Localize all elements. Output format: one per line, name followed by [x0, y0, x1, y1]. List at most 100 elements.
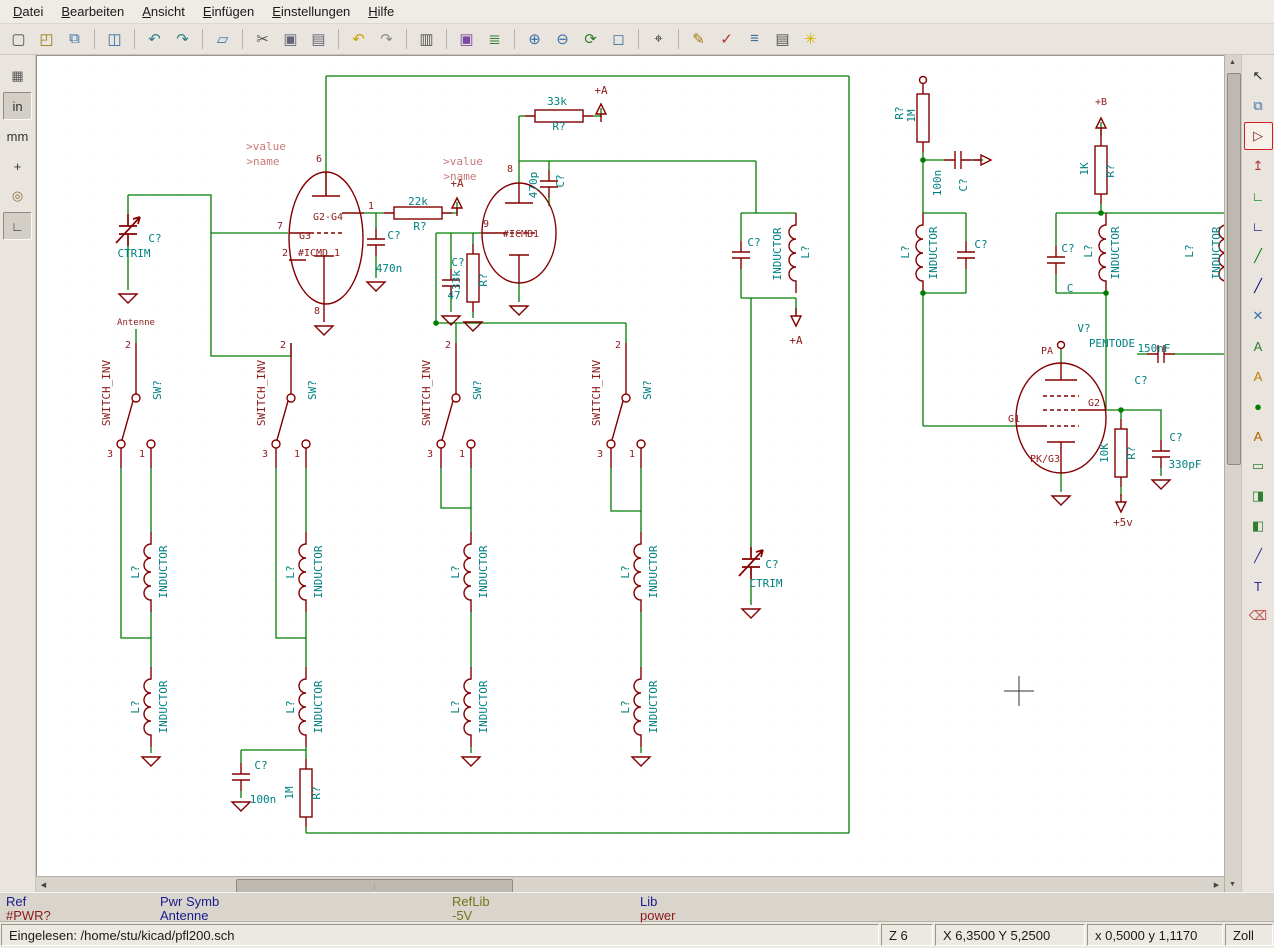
- place-component-button[interactable]: ▷: [1244, 122, 1273, 150]
- schematic-label: 1M: [283, 786, 296, 800]
- schematic-label: 470n: [376, 262, 403, 275]
- schematic-label: +5v: [1113, 516, 1133, 529]
- place-bus-button[interactable]: ∟: [1244, 212, 1273, 240]
- menu-einfgen[interactable]: Einfügen: [194, 1, 263, 22]
- zoom-out-button[interactable]: ⊖: [549, 25, 576, 52]
- menu-einstellungen[interactable]: Einstellungen: [263, 1, 359, 22]
- sheet-pin-button[interactable]: ◧: [1244, 512, 1273, 540]
- paste-button[interactable]: ▤: [305, 25, 332, 52]
- redo-button[interactable]: ↷: [373, 25, 400, 52]
- scroll-left-arrow[interactable]: ◀: [36, 877, 51, 892]
- hidden-pins-button[interactable]: ◎: [3, 182, 32, 210]
- inductor-symbol: [144, 532, 151, 612]
- power-port-symbol: [1116, 494, 1126, 512]
- place-wire-button[interactable]: ∟: [1244, 182, 1273, 210]
- run-cvpcb-button[interactable]: ▣: [453, 25, 480, 52]
- schematic-label: L?: [449, 565, 462, 578]
- cursor-tool-button[interactable]: ↖: [1244, 62, 1273, 90]
- schematic-label: C?: [148, 232, 161, 245]
- toolbar-separator: [638, 29, 639, 49]
- hierarchy-tool-button[interactable]: ⧉: [1244, 92, 1273, 120]
- place-bus-icon: ∟: [1252, 219, 1265, 234]
- schematic-canvas[interactable]: C?CTRIMAntenne>value>name67128G3G2-G4#IC…: [36, 55, 1224, 876]
- bus-to-bus-entry-button[interactable]: ╱: [1244, 272, 1273, 300]
- schematic-label: 33k: [450, 270, 463, 290]
- scroll-down-arrow[interactable]: ▼: [1225, 877, 1240, 892]
- annotate-button[interactable]: ✎: [685, 25, 712, 52]
- zoom-fit-button[interactable]: ◻: [605, 25, 632, 52]
- menu-datei[interactable]: Datei: [4, 1, 52, 22]
- scroll-right-arrow[interactable]: ▶: [1209, 877, 1224, 892]
- print-button[interactable]: ▥: [413, 25, 440, 52]
- text-icon: T: [1254, 579, 1262, 594]
- menu-bearbeiten[interactable]: Bearbeiten: [52, 1, 133, 22]
- library-browser-button[interactable]: ✳: [797, 25, 824, 52]
- no-connect-button[interactable]: ✕: [1244, 302, 1273, 330]
- schematic-label: 33k: [547, 95, 567, 108]
- wire-to-bus-entry-button[interactable]: ╱: [1244, 242, 1273, 270]
- junction-dot: [920, 290, 926, 296]
- place-wire-icon: ∟: [1252, 189, 1265, 204]
- erc-button[interactable]: ✓: [713, 25, 740, 52]
- units-inch-button[interactable]: in: [3, 92, 32, 120]
- switch-symbol: [117, 343, 155, 468]
- schematic-label: 8: [507, 164, 513, 175]
- hv-wire-button[interactable]: ∟: [3, 212, 32, 240]
- cursor-shape-button[interactable]: +: [3, 152, 32, 180]
- open-schematic-icon: ◰: [39, 30, 53, 48]
- place-power-port-button[interactable]: ↥: [1244, 152, 1273, 180]
- menu-ansicht[interactable]: Ansicht: [133, 1, 194, 22]
- status-field-reflib: RefLib-5V: [452, 894, 490, 922]
- bom-button[interactable]: ≡: [741, 25, 768, 52]
- inductor-symbol: [144, 667, 151, 747]
- leave-sheet-button[interactable]: ▱: [209, 25, 236, 52]
- save-project-button[interactable]: ◫: [101, 25, 128, 52]
- find-button[interactable]: ⌖: [645, 25, 672, 52]
- sheet-back-button[interactable]: ↶: [141, 25, 168, 52]
- hidden-pins-icon: ◎: [12, 188, 23, 204]
- hierarchy-navigator-button[interactable]: ⧉: [61, 25, 88, 52]
- import-sheet-pin-button[interactable]: ◨: [1244, 482, 1273, 510]
- schematic-label: R?: [477, 273, 490, 286]
- trimmer-capacitor-symbol: [739, 547, 763, 579]
- schematic-label: C?: [747, 236, 760, 249]
- open-schematic-button[interactable]: ◰: [33, 25, 60, 52]
- units-mm-button[interactable]: mm: [3, 122, 32, 150]
- vertical-scroll-thumb[interactable]: [1227, 73, 1241, 465]
- hier-label-button[interactable]: A: [1244, 422, 1273, 450]
- capacitor-symbol: [232, 763, 250, 791]
- zoom-in-button[interactable]: ⊕: [521, 25, 548, 52]
- netlist-button[interactable]: ≣: [481, 25, 508, 52]
- text-button[interactable]: T: [1244, 572, 1273, 600]
- vertical-scrollbar[interactable]: ▲ ▼: [1224, 55, 1241, 892]
- copy-button[interactable]: ▣: [277, 25, 304, 52]
- pin-end-circle: [1058, 342, 1065, 349]
- graphic-line-button[interactable]: ╱: [1244, 542, 1273, 570]
- horizontal-scrollbar[interactable]: ◀ ⦙ ▶: [36, 876, 1224, 892]
- sheet-forward-button[interactable]: ↷: [169, 25, 196, 52]
- status-field-value: -5V: [452, 908, 490, 922]
- schematic-label: +A: [789, 334, 803, 347]
- junction-button[interactable]: ●: [1244, 392, 1273, 420]
- sheet-forward-icon: ↷: [176, 30, 189, 48]
- hier-sheet-button[interactable]: ▭: [1244, 452, 1273, 480]
- net-label-button[interactable]: A: [1244, 332, 1273, 360]
- resistor-symbol: [384, 207, 452, 219]
- global-label-button[interactable]: A: [1244, 362, 1273, 390]
- schematic-label: 10K: [1098, 443, 1111, 463]
- schematic-label: 1K: [1078, 162, 1091, 176]
- cut-button[interactable]: ✂: [249, 25, 276, 52]
- scroll-up-arrow[interactable]: ▲: [1225, 55, 1240, 70]
- plot-button[interactable]: ▤: [769, 25, 796, 52]
- menu-hilfe[interactable]: Hilfe: [359, 1, 403, 22]
- switch-symbol: [607, 343, 645, 468]
- undo-button[interactable]: ↶: [345, 25, 372, 52]
- schematic-label: L?: [1183, 244, 1196, 257]
- horizontal-scroll-thumb[interactable]: ⦙: [236, 879, 513, 893]
- zoom-redraw-button[interactable]: ⟳: [577, 25, 604, 52]
- junction-icon: ●: [1254, 399, 1262, 414]
- schematic-label: L?: [129, 565, 142, 578]
- delete-button[interactable]: ⌫: [1244, 602, 1273, 630]
- grid-toggle-button[interactable]: ▦: [3, 62, 32, 90]
- new-schematic-button[interactable]: ▢: [5, 25, 32, 52]
